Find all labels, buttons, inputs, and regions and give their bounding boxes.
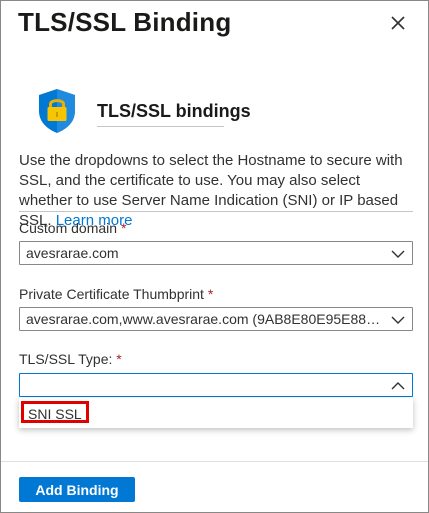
- chevron-down-icon: [391, 313, 405, 327]
- footer-divider: [1, 461, 428, 462]
- custom-domain-label: Custom domain *: [19, 220, 126, 236]
- required-marker: *: [116, 351, 122, 367]
- custom-domain-label-text: Custom domain: [19, 220, 118, 236]
- option-sni-ssl[interactable]: SNI SSL: [21, 401, 89, 423]
- custom-domain-select[interactable]: avesrarae.com: [19, 241, 413, 265]
- close-icon[interactable]: [388, 13, 408, 33]
- thumbprint-label: Private Certificate Thumbprint *: [19, 286, 213, 302]
- tls-type-label-text: TLS/SSL Type:: [19, 351, 113, 367]
- tls-type-dropdown: SNI SSL: [19, 398, 413, 428]
- panel-title: TLS/SSL Binding: [18, 7, 232, 37]
- tls-type-label: TLS/SSL Type: *: [19, 351, 122, 367]
- thumbprint-label-text: Private Certificate Thumbprint: [19, 286, 204, 302]
- tls-type-select[interactable]: [19, 373, 413, 397]
- thumbprint-select[interactable]: avesrarae.com,www.avesrarae.com (9AB8E80…: [19, 307, 413, 331]
- chevron-down-icon: [391, 247, 405, 261]
- add-binding-button[interactable]: Add Binding: [19, 477, 135, 502]
- shield-lock-icon: [35, 87, 79, 135]
- section-title-underline: [97, 126, 224, 127]
- required-marker: *: [120, 220, 127, 236]
- tls-ssl-binding-panel: TLS/SSL Binding TLS/SSL bindings Use the…: [0, 0, 429, 513]
- chevron-up-icon: [391, 379, 405, 393]
- required-marker: *: [207, 286, 214, 302]
- description-divider: [19, 211, 413, 212]
- thumbprint-value: avesrarae.com,www.avesrarae.com (9AB8E80…: [26, 311, 382, 327]
- section-title: TLS/SSL bindings: [97, 101, 251, 121]
- description: Use the dropdowns to select the Hostname…: [19, 151, 415, 231]
- custom-domain-value: avesrarae.com: [26, 245, 119, 261]
